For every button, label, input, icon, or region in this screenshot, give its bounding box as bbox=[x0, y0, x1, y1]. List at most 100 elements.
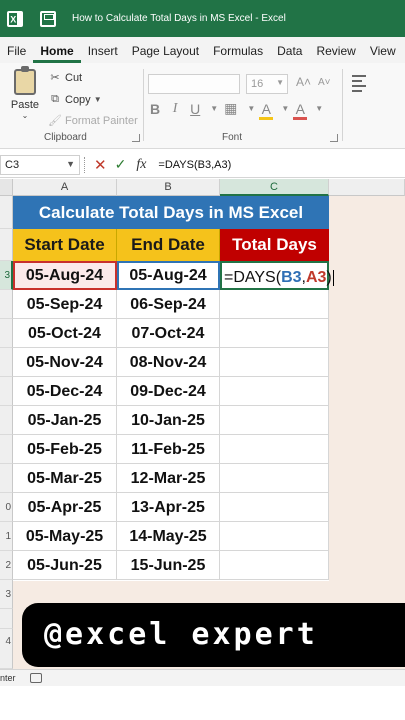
cell-start-date[interactable]: 05-Nov-24 bbox=[13, 348, 117, 377]
cell-total-days[interactable] bbox=[220, 348, 329, 377]
cell-total-days[interactable] bbox=[220, 377, 329, 406]
row-header[interactable]: 3 bbox=[0, 580, 13, 609]
cell-start-date[interactable]: 05-Mar-25 bbox=[13, 464, 117, 493]
cell-total-days[interactable] bbox=[220, 406, 329, 435]
save-icon[interactable] bbox=[40, 10, 56, 27]
borders-icon[interactable]: ▦ bbox=[224, 100, 237, 117]
row-header[interactable] bbox=[0, 406, 13, 435]
cell-end-date[interactable]: 09-Dec-24 bbox=[117, 377, 220, 406]
cell-end-date[interactable]: 13-Apr-25 bbox=[117, 493, 220, 522]
font-name-select[interactable] bbox=[148, 74, 240, 94]
check-icon[interactable]: ✓ bbox=[115, 156, 127, 173]
row-header[interactable] bbox=[0, 196, 13, 229]
cell-start-date[interactable]: 05-Oct-24 bbox=[13, 319, 117, 348]
cell-start-date[interactable]: 05-May-25 bbox=[13, 522, 117, 551]
chevron-down-icon[interactable]: ▼ bbox=[281, 104, 289, 113]
bold-button[interactable]: B bbox=[150, 101, 160, 117]
row-header[interactable] bbox=[0, 609, 13, 629]
cell-total-days[interactable] bbox=[220, 551, 329, 580]
row-header[interactable]: 2 bbox=[0, 551, 13, 580]
header-total-days[interactable]: Total Days bbox=[220, 229, 329, 261]
insert-function-button[interactable]: fx bbox=[136, 157, 146, 173]
underline-button[interactable]: U bbox=[190, 101, 200, 117]
cell-start-date[interactable]: 05-Sep-24 bbox=[13, 290, 117, 319]
cell-c3[interactable]: =DAYS(B3,A3) bbox=[220, 261, 334, 290]
cell-total-days[interactable] bbox=[220, 435, 329, 464]
clipboard-launcher-icon[interactable] bbox=[132, 134, 140, 142]
row-header[interactable] bbox=[0, 348, 13, 377]
grow-font-button[interactable]: A˄ bbox=[296, 75, 311, 89]
tab-view[interactable]: View bbox=[363, 44, 403, 63]
row-header[interactable] bbox=[0, 319, 13, 348]
formula-input[interactable]: =DAYS(B3,A3) bbox=[158, 159, 231, 171]
paste-button[interactable]: Paste ⌄ bbox=[8, 66, 42, 120]
header-start-date[interactable]: Start Date bbox=[13, 229, 117, 261]
cell-end-date[interactable]: 10-Jan-25 bbox=[117, 406, 220, 435]
cell-total-days[interactable] bbox=[220, 319, 329, 348]
cut-button[interactable]: ✂ Cut bbox=[48, 71, 82, 85]
cell-end-date[interactable]: 11-Feb-25 bbox=[117, 435, 220, 464]
font-color-button[interactable]: A bbox=[293, 101, 308, 120]
cell-start-date[interactable]: 05-Jan-25 bbox=[13, 406, 117, 435]
column-header-c[interactable]: C bbox=[220, 179, 329, 196]
tab-insert[interactable]: Insert bbox=[81, 44, 125, 63]
cell-start-date[interactable]: 05-Apr-25 bbox=[13, 493, 117, 522]
cell-start-date[interactable]: 05-Dec-24 bbox=[13, 377, 117, 406]
tab-file[interactable]: File bbox=[0, 44, 33, 63]
cell-b3[interactable]: 05-Aug-24 bbox=[117, 261, 220, 290]
row-header[interactable] bbox=[0, 464, 13, 493]
fill-color-button[interactable]: A bbox=[259, 101, 274, 120]
tab-home[interactable]: Home bbox=[33, 44, 81, 63]
cell-total-days[interactable] bbox=[220, 464, 329, 493]
align-left-icon[interactable] bbox=[352, 75, 366, 95]
cell-end-date[interactable]: 08-Nov-24 bbox=[117, 348, 220, 377]
format-painter-button[interactable]: 🖌 Format Painter bbox=[48, 114, 138, 128]
cell-a3[interactable]: 05-Aug-24 bbox=[13, 261, 117, 290]
cancel-icon[interactable]: ✕ bbox=[94, 156, 107, 174]
font-size-select[interactable]: 16 ▼ bbox=[246, 74, 288, 94]
cell-start-date[interactable]: 05-Jun-25 bbox=[13, 551, 117, 580]
column-header-a[interactable]: A bbox=[13, 179, 117, 196]
row-header[interactable] bbox=[0, 377, 13, 406]
chevron-down-icon[interactable]: ▼ bbox=[315, 104, 323, 113]
italic-button[interactable]: I bbox=[170, 101, 180, 117]
column-header-d[interactable] bbox=[329, 179, 405, 196]
row-header[interactable]: 1 bbox=[0, 522, 13, 551]
cell-end-date[interactable]: 06-Sep-24 bbox=[117, 290, 220, 319]
chevron-down-icon[interactable]: ▼ bbox=[91, 95, 105, 104]
font-launcher-icon[interactable] bbox=[330, 134, 338, 142]
tab-formulas[interactable]: Formulas bbox=[206, 44, 270, 63]
copy-button[interactable]: ⧉ Copy ▼ bbox=[48, 93, 108, 106]
name-box[interactable]: C3 ▼ bbox=[0, 154, 80, 175]
tab-review[interactable]: Review bbox=[309, 44, 362, 63]
row-header[interactable]: 3 bbox=[0, 261, 13, 290]
row-header[interactable] bbox=[0, 435, 13, 464]
select-all-corner[interactable] bbox=[0, 179, 13, 196]
cell-total-days[interactable] bbox=[220, 290, 329, 319]
ribbon-divider bbox=[342, 69, 343, 141]
shrink-font-button[interactable]: A˅ bbox=[318, 77, 331, 88]
row-header[interactable]: 4 bbox=[0, 629, 13, 669]
worksheet-grid[interactable]: A B C 3 0 1 2 3 4 Calculate Total Days i… bbox=[0, 179, 405, 669]
cell-start-date[interactable]: 05-Feb-25 bbox=[13, 435, 117, 464]
accessibility-icon[interactable] bbox=[29, 673, 42, 683]
cell-end-date[interactable]: 07-Oct-24 bbox=[117, 319, 220, 348]
cell-total-days[interactable] bbox=[220, 493, 329, 522]
chevron-down-icon[interactable]: ▼ bbox=[247, 104, 255, 113]
cell-end-date[interactable]: 12-Mar-25 bbox=[117, 464, 220, 493]
chevron-down-icon[interactable]: ▼ bbox=[66, 159, 75, 169]
row-header[interactable] bbox=[0, 229, 13, 261]
row-header[interactable]: 0 bbox=[0, 493, 13, 522]
row-header[interactable] bbox=[0, 290, 13, 319]
cell-total-days[interactable] bbox=[220, 522, 329, 551]
tab-data[interactable]: Data bbox=[270, 44, 309, 63]
cell-end-date[interactable]: 15-Jun-25 bbox=[117, 551, 220, 580]
chevron-down-icon: ▼ bbox=[276, 78, 284, 87]
column-header-b[interactable]: B bbox=[117, 179, 220, 196]
cell-end-date[interactable]: 14-May-25 bbox=[117, 522, 220, 551]
tab-page-layout[interactable]: Page Layout bbox=[125, 44, 206, 63]
header-end-date[interactable]: End Date bbox=[117, 229, 220, 261]
table-title[interactable]: Calculate Total Days in MS Excel bbox=[13, 196, 329, 229]
chevron-down-icon[interactable]: ▼ bbox=[210, 104, 218, 113]
chevron-down-icon[interactable]: ⌄ bbox=[8, 111, 42, 120]
